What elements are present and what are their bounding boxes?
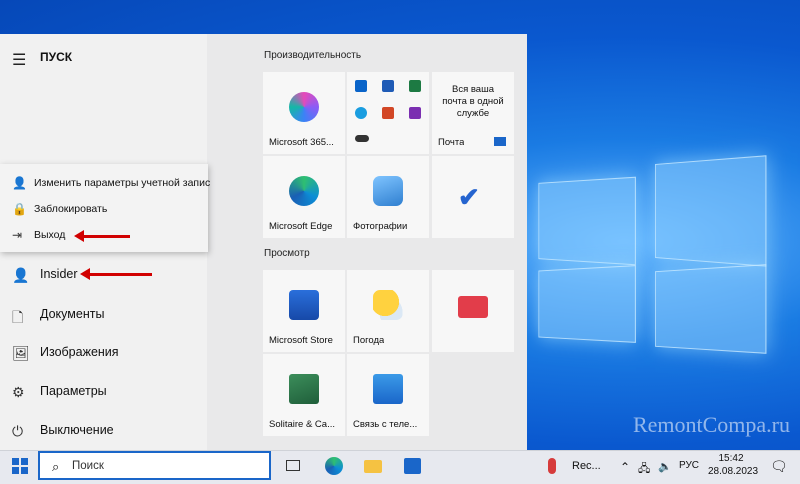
tile-label: Погода: [353, 335, 385, 346]
phone-link-icon: [373, 374, 403, 404]
person-gear-icon: 👤: [12, 176, 27, 190]
tile-photos[interactable]: Фотографии: [347, 156, 429, 238]
menu-label: Выход: [34, 229, 66, 241]
store-taskbar-icon[interactable]: [402, 455, 424, 477]
nav-documents[interactable]: 🗋 Документы: [0, 296, 207, 334]
nav-label: Insider: [40, 267, 78, 281]
tile-solitaire[interactable]: Solitaire & Ca...: [263, 354, 345, 436]
tile-label: Microsoft 365...: [269, 137, 334, 148]
notifications-icon[interactable]: 🗨: [770, 458, 788, 475]
tile-weather[interactable]: Погода: [347, 270, 429, 352]
lock-icon: 🔒: [12, 202, 27, 216]
start-button[interactable]: [12, 458, 28, 474]
search-placeholder: Поиск: [72, 460, 104, 472]
lock-item[interactable]: 🔒 Заблокировать: [0, 196, 208, 222]
language-indicator[interactable]: РУС: [679, 460, 699, 471]
volume-icon[interactable]: 🔈: [658, 460, 672, 473]
tile-label: Фотографии: [353, 221, 408, 232]
tile-label: Связь с теле...: [353, 419, 418, 430]
mail-icon: [494, 137, 506, 146]
change-account-settings[interactable]: 👤 Изменить параметры учетной запис: [0, 170, 211, 196]
hamburger-icon[interactable]: ☰: [12, 50, 26, 70]
clock-date: 28.08.2023: [708, 466, 759, 477]
news-icon: [458, 296, 488, 318]
edge-taskbar-icon[interactable]: [323, 455, 345, 477]
checkmark-icon: ✔: [458, 182, 480, 212]
windows-logo-wallpaper: [530, 150, 770, 354]
tile-label: Solitaire & Ca...: [269, 419, 335, 430]
thermometer-icon[interactable]: [548, 458, 556, 474]
nav-power[interactable]: ⏻ Выключение: [0, 412, 207, 450]
onedrive-icon: [355, 135, 369, 142]
pictures-icon: 🖼: [12, 345, 30, 361]
excel-icon: [409, 80, 421, 92]
nav-label: Изображения: [40, 345, 119, 359]
nav-settings[interactable]: ⚙ Параметры: [0, 373, 207, 411]
annotation-arrow: [80, 268, 152, 280]
tray-app-label[interactable]: Rec...: [572, 460, 601, 472]
tile-microsoft-365[interactable]: Microsoft 365...: [263, 72, 345, 154]
tile-mail[interactable]: Вся ваша почта в одной службе Почта: [432, 72, 514, 154]
document-icon: 🗋: [12, 309, 24, 325]
network-icon[interactable]: 🖧: [638, 460, 650, 479]
mail-promo-text: Вся ваша почта в одной службе: [442, 84, 504, 119]
tile-office-apps[interactable]: [347, 72, 429, 154]
nav-label: Документы: [40, 307, 105, 321]
skype-icon: [355, 107, 367, 119]
nav-pictures[interactable]: 🖼 Изображения: [0, 334, 207, 372]
tile-label: Microsoft Edge: [269, 221, 333, 232]
menu-label: Изменить параметры учетной запис: [34, 177, 211, 189]
tile-store[interactable]: Microsoft Store: [263, 270, 345, 352]
menu-label: Заблокировать: [34, 203, 108, 215]
weather-icon: [373, 290, 403, 320]
microsoft-365-icon: [289, 92, 319, 122]
tile-phone-link[interactable]: Связь с теле...: [347, 354, 429, 436]
onenote-icon: [409, 107, 421, 119]
start-title: ПУСК: [40, 50, 73, 64]
gear-icon: ⚙: [12, 384, 25, 400]
powerpoint-icon: [382, 107, 394, 119]
tile-news[interactable]: [432, 270, 514, 352]
tile-label: Microsoft Store: [269, 335, 333, 346]
tile-edge[interactable]: Microsoft Edge: [263, 156, 345, 238]
user-icon: 👤: [12, 267, 30, 283]
photos-icon: [373, 176, 403, 206]
store-icon: [289, 290, 319, 320]
group-browse: Просмотр: [264, 248, 310, 259]
search-icon: ⌕: [52, 459, 60, 474]
annotation-arrow: [74, 230, 130, 242]
nav-label: Выключение: [40, 423, 114, 437]
clock[interactable]: 15:42 28.08.2023: [708, 452, 759, 478]
power-icon: ⏻: [12, 423, 24, 439]
tile-label: Почта: [438, 137, 465, 148]
sign-out-icon: ⇥: [12, 228, 23, 242]
group-productivity: Производительность: [264, 50, 362, 61]
task-view-icon[interactable]: [282, 455, 304, 477]
edge-icon: [289, 176, 319, 206]
chevron-up-icon[interactable]: ⌃: [620, 460, 630, 474]
watermark: RemontCompa.ru: [632, 412, 790, 437]
account-menu: 👤 Изменить параметры учетной запис 🔒 Заб…: [0, 164, 211, 252]
start-menu: ☰ ПУСК 👤 Insider 🗋 Документы 🖼 Изображен…: [0, 34, 527, 450]
clock-time: 15:42: [718, 453, 744, 464]
outlook-icon: [355, 80, 367, 92]
taskbar-search[interactable]: ⌕ Поиск: [38, 451, 271, 480]
cards-icon: [289, 374, 319, 404]
nav-label: Параметры: [40, 384, 107, 398]
tile-todo[interactable]: ✔: [432, 156, 514, 238]
file-explorer-icon[interactable]: [362, 455, 384, 477]
word-icon: [382, 80, 394, 92]
